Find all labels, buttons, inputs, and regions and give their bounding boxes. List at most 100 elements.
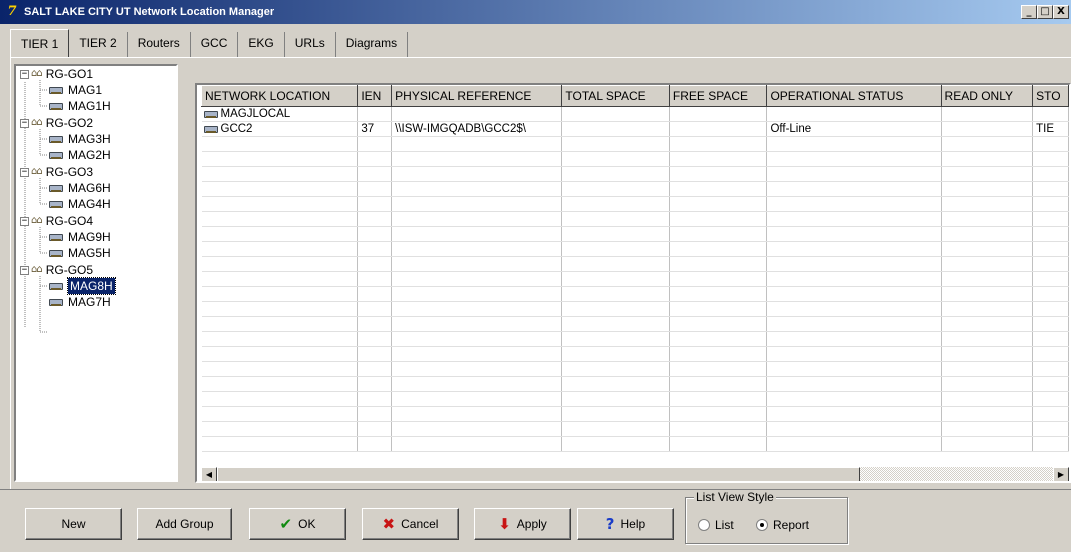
tree-item-mag6h[interactable]: MAG6H: [48, 180, 111, 196]
column-header-network-location[interactable]: NETWORK LOCATION: [200, 85, 359, 107]
table-cell: [1032, 106, 1069, 122]
table-cell: [201, 376, 359, 392]
column-header-physical-reference[interactable]: PHYSICAL REFERENCE: [391, 85, 563, 107]
network-location-icon: [48, 134, 64, 144]
tab-routers[interactable]: Routers: [127, 32, 191, 57]
tree-item-label: MAG7H: [68, 295, 111, 309]
tree-group-rg-go5[interactable]: − ⌂⌂ RG-GO5: [20, 262, 93, 278]
table-cell-location: GCC2: [201, 121, 359, 137]
ok-button[interactable]: ✔ OK: [249, 508, 346, 540]
collapse-icon[interactable]: −: [20, 265, 29, 275]
table-cell: [201, 346, 359, 362]
table-cell: 37: [357, 121, 393, 137]
radio-list-indicator[interactable]: [698, 519, 710, 531]
table-cell: [391, 391, 563, 407]
table-cell: [201, 331, 359, 347]
column-header-operational-status[interactable]: OPERATIONAL STATUS: [766, 85, 942, 107]
tab-tier1[interactable]: TIER 1: [10, 29, 70, 58]
column-header-ien[interactable]: IEN: [357, 85, 393, 107]
network-location-icon: [48, 101, 64, 111]
minimize-button[interactable]: _: [1021, 5, 1037, 19]
tree-item-mag4h[interactable]: MAG4H: [48, 196, 111, 212]
tab-gcc[interactable]: GCC: [190, 32, 239, 57]
network-location-icon: [48, 85, 64, 95]
help-button[interactable]: ? Help: [577, 508, 674, 540]
maximize-button[interactable]: □: [1037, 5, 1053, 19]
table-cell: [766, 301, 942, 317]
tree-item-mag3h[interactable]: MAG3H: [48, 131, 111, 147]
table-cell: [201, 196, 359, 212]
collapse-icon[interactable]: −: [20, 167, 29, 177]
scroll-track[interactable]: [860, 467, 1053, 481]
table-cell: [561, 241, 670, 257]
table-cell: [766, 391, 942, 407]
column-header-read-only[interactable]: READ ONLY: [940, 85, 1034, 107]
network-location-icon: [48, 150, 64, 160]
question-mark-icon: ?: [605, 515, 615, 533]
tree-group-rg-go2[interactable]: − ⌂⌂ RG-GO2: [20, 115, 93, 131]
network-location-grid[interactable]: NETWORK LOCATION IEN PHYSICAL REFERENCE …: [195, 83, 1071, 483]
table-cell: [941, 121, 1034, 137]
table-cell: [201, 271, 359, 287]
tree-item-mag2h[interactable]: MAG2H: [48, 147, 111, 163]
table-cell: [766, 331, 942, 347]
table-cell: [1032, 241, 1069, 257]
tree-item-mag5h[interactable]: MAG5H: [48, 245, 111, 261]
empty-table-row: [201, 346, 1069, 362]
tree-item-mag8h[interactable]: MAG8H: [48, 277, 116, 295]
table-row[interactable]: GCC2 37 \\ISW-IMGQADB\GCC2$\ Off-Line TIE: [201, 121, 1069, 137]
tab-ekg[interactable]: EKG: [238, 32, 285, 57]
tab-urls[interactable]: URLs: [284, 32, 336, 57]
table-cell: [766, 151, 942, 167]
scroll-right-icon[interactable]: ▶: [1053, 467, 1069, 481]
radio-report[interactable]: Report: [756, 518, 809, 532]
table-cell: [561, 106, 670, 122]
table-cell: [766, 286, 942, 302]
app-logo-icon: 7: [7, 4, 17, 19]
tree-item-label: MAG6H: [68, 181, 111, 195]
location-tree[interactable]: − ⌂⌂ RG-GO1 MAG1 MAG1H − ⌂⌂ RG-GO2 MAG3H…: [14, 64, 178, 482]
table-cell: [941, 271, 1034, 287]
column-header-total-space[interactable]: TOTAL SPACE: [561, 85, 670, 107]
table-cell: [561, 286, 670, 302]
new-button[interactable]: New: [25, 508, 122, 540]
cancel-button[interactable]: ✖ Cancel: [362, 508, 459, 540]
tab-tier2[interactable]: TIER 2: [69, 32, 128, 57]
tab-diagrams[interactable]: Diagrams: [335, 32, 409, 57]
close-button[interactable]: X: [1053, 5, 1069, 19]
group-icon: ⌂⌂: [31, 68, 43, 79]
tree-group-rg-go1[interactable]: − ⌂⌂ RG-GO1: [20, 66, 93, 82]
collapse-icon[interactable]: −: [20, 118, 29, 128]
tree-item-mag7h[interactable]: MAG7H: [48, 294, 111, 310]
empty-table-row: [201, 376, 1069, 392]
table-cell: [357, 241, 393, 257]
table-cell: [357, 316, 393, 332]
collapse-icon[interactable]: −: [20, 216, 29, 226]
empty-table-row: [201, 166, 1069, 182]
tree-group-rg-go3[interactable]: − ⌂⌂ RG-GO3: [20, 164, 93, 180]
table-cell: [391, 406, 563, 422]
radio-list-label: List: [715, 518, 734, 532]
apply-button[interactable]: ⬇ Apply: [474, 508, 571, 540]
table-cell: [357, 271, 393, 287]
column-header-storage[interactable]: STO: [1032, 85, 1069, 107]
scroll-thumb[interactable]: [217, 467, 860, 481]
radio-list[interactable]: List: [698, 518, 734, 532]
tree-item-label: MAG4H: [68, 197, 111, 211]
add-group-button[interactable]: Add Group: [137, 508, 232, 540]
radio-report-indicator[interactable]: [756, 519, 768, 531]
tree-item-mag1h[interactable]: MAG1H: [48, 98, 111, 114]
table-cell: [391, 211, 563, 227]
tree-item-mag9h[interactable]: MAG9H: [48, 229, 111, 245]
table-cell: [391, 361, 563, 377]
tree-item-mag1[interactable]: MAG1: [48, 82, 102, 98]
collapse-icon[interactable]: −: [20, 69, 29, 79]
network-location-icon: [48, 297, 64, 307]
table-row[interactable]: MAGJLOCAL: [201, 106, 1069, 122]
add-group-button-label: Add Group: [155, 517, 214, 531]
tree-item-label-selected: MAG8H: [67, 277, 116, 295]
scroll-left-icon[interactable]: ◀: [201, 467, 217, 481]
column-header-free-space[interactable]: FREE SPACE: [668, 85, 768, 107]
tree-group-rg-go4[interactable]: − ⌂⌂ RG-GO4: [20, 213, 93, 229]
horizontal-scrollbar[interactable]: ◀ ▶: [201, 467, 1069, 481]
